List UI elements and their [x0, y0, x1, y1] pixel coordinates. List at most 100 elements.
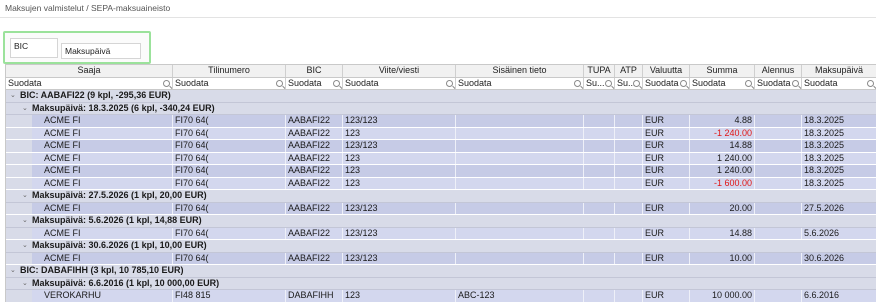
filter-input[interactable]: Suodata: [343, 77, 456, 89]
search-icon[interactable]: [633, 79, 640, 87]
group-row-maksupaiva[interactable]: ⌄ Maksupäivä: 27.5.2026 (1 kpl, 20,00 EUR…: [6, 190, 876, 203]
payments-grid[interactable]: Saaja Tilinumero BIC Viite/viesti Sisäinen t…: [5, 64, 876, 302]
column-header-saaja[interactable]: Saaja: [6, 65, 173, 77]
column-header-viite-viesti[interactable]: Viite/viesti: [343, 65, 456, 77]
group-label: BIC: AABAFI22 (9 kpl, -295,36 EUR): [20, 90, 171, 100]
cell-val: EUR: [643, 127, 690, 139]
table-row[interactable]: VEROKARHU FI48 815 DABAFIHH 123 ABC-123 EUR 10…: [6, 290, 876, 302]
collapse-icon[interactable]: ⌄: [10, 265, 16, 276]
cell-bic: DABAFIHH: [286, 290, 343, 302]
cell-tupa: [584, 115, 615, 127]
filter-input[interactable]: Su...: [615, 77, 643, 89]
table-row[interactable]: ACME FI FI70 64(AABAFI22 123/123 EUR 14.88 5.…: [6, 227, 876, 240]
search-icon[interactable]: [867, 79, 874, 87]
group-label: BIC: DABAFIHH (3 kpl, 10 785,10 EUR): [20, 265, 184, 275]
table-row[interactable]: ACME FI FI70 64(AABAFI22 123/123 EUR 10.00 30…: [6, 252, 876, 265]
column-header-row: Saaja Tilinumero BIC Viite/viesti Sisäinen t…: [6, 65, 876, 78]
filter-input[interactable]: Suodata: [173, 77, 286, 89]
cell-ale: [755, 115, 802, 127]
cell-pvm: 18.3.2025: [802, 128, 876, 140]
search-icon[interactable]: [605, 79, 612, 87]
group-row-bic[interactable]: ⌄ BIC: AABAFI22 (9 kpl, -295,36 EUR): [6, 90, 876, 103]
collapse-icon[interactable]: ⌄: [22, 103, 28, 114]
cell-tili: FI70 64(: [173, 202, 286, 214]
cell-ale: [755, 252, 802, 264]
filter-input[interactable]: Suodata: [456, 77, 584, 89]
filter-input[interactable]: Suodata: [643, 77, 690, 89]
search-icon[interactable]: [792, 79, 799, 87]
column-header-sisäinen-tieto[interactable]: Sisäinen tieto: [456, 65, 584, 77]
cell-atp: [615, 127, 643, 139]
column-header-summa[interactable]: Summa: [690, 65, 755, 77]
cell-tupa: [584, 140, 615, 152]
column-header-alennus[interactable]: Alennus: [755, 65, 802, 77]
filter-input[interactable]: Suodata: [755, 77, 802, 89]
cell-saaja: ACME FI: [42, 202, 173, 214]
column-header-bic[interactable]: BIC: [286, 65, 343, 77]
table-row[interactable]: ACME FI FI70 64(AABAFI22 123 EUR 1 240.00 18.…: [6, 165, 876, 178]
cell-sis: [456, 152, 584, 164]
filter-input[interactable]: Suodata: [6, 77, 173, 89]
cell-summa: -1 240.00: [690, 127, 755, 139]
filter-placeholder: Suodata: [692, 77, 726, 88]
search-icon[interactable]: [446, 79, 453, 87]
group-row-maksupaiva[interactable]: ⌄ Maksupäivä: 5.6.2026 (1 kpl, 14,88 EUR): [6, 215, 876, 228]
cell-atp: [615, 290, 643, 302]
table-row[interactable]: ACME FI FI70 64(AABAFI22 123/123 EUR 20.00 27…: [6, 202, 876, 215]
table-row[interactable]: ACME FI FI70 64(AABAFI22 123/123 EUR 4.88 18.…: [6, 115, 876, 128]
filter-input[interactable]: Su...: [584, 77, 615, 89]
table-row[interactable]: ACME FI FI70 64(AABAFI22 123 EUR 1 240.00 18.…: [6, 152, 876, 165]
cell-ale: [755, 227, 802, 239]
column-header-atp[interactable]: ATP: [615, 65, 643, 77]
cell-tupa: [584, 252, 615, 264]
cell-bic: AABAFI22: [286, 152, 343, 164]
table-row[interactable]: ACME FI FI70 64(AABAFI22 123 EUR -1 240.00 18…: [6, 127, 876, 140]
collapse-icon[interactable]: ⌄: [22, 278, 28, 289]
group-row-maksupaiva[interactable]: ⌄ Maksupäivä: 30.6.2026 (1 kpl, 10,00 EUR…: [6, 240, 876, 253]
search-icon[interactable]: [333, 79, 340, 87]
column-header-tilinumero[interactable]: Tilinumero: [173, 65, 286, 77]
cell-tupa: [584, 290, 615, 302]
group-row-maksupaiva[interactable]: ⌄ Maksupäivä: 6.6.2016 (1 kpl, 10 000,00 …: [6, 277, 876, 290]
cell-sis: [456, 165, 584, 177]
group-row-maksupaiva[interactable]: ⌄ Maksupäivä: 18.3.2025 (6 kpl, -340,24 E…: [6, 102, 876, 115]
cell-val: EUR: [643, 227, 690, 239]
table-row[interactable]: ACME FI FI70 64(AABAFI22 123 EUR -1 600.00 18…: [6, 177, 876, 190]
filter-input[interactable]: Suodata: [802, 78, 876, 90]
cell-tili: FI70 64(: [173, 152, 286, 164]
subgroup-label: Maksupäivä: 5.6.2026 (1 kpl, 14,88 EUR): [32, 215, 202, 225]
group-chip-maksupaiva[interactable]: Maksupäivä: [61, 43, 141, 59]
search-icon[interactable]: [276, 79, 283, 87]
cell-tupa: [584, 227, 615, 239]
cell-pvm: 18.3.2025: [802, 140, 876, 152]
column-header-tupa[interactable]: TUPA: [584, 65, 615, 77]
cell-pvm: 18.3.2025: [802, 115, 876, 127]
cell-val: EUR: [643, 252, 690, 264]
cell-pvm: 18.3.2025: [802, 165, 876, 177]
column-header-maksupäivä[interactable]: Maksupäivä: [802, 65, 876, 77]
filter-input[interactable]: Suodata: [286, 77, 343, 89]
search-icon[interactable]: [680, 79, 687, 87]
cell-val: EUR: [643, 140, 690, 152]
cell-ale: [755, 127, 802, 139]
row-indent: [6, 290, 32, 302]
group-by-panel[interactable]: BIC Maksupäivä: [3, 31, 151, 64]
search-icon[interactable]: [745, 79, 752, 87]
collapse-icon[interactable]: ⌄: [22, 190, 28, 201]
search-icon[interactable]: [574, 79, 581, 87]
search-icon[interactable]: [163, 79, 170, 87]
cell-saaja: ACME FI: [42, 152, 173, 164]
group-chip-bic[interactable]: BIC: [10, 38, 58, 58]
group-row-bic[interactable]: ⌄ BIC: DABAFIHH (3 kpl, 10 785,10 EUR): [6, 265, 876, 278]
cell-summa: 14.88: [690, 140, 755, 152]
collapse-icon[interactable]: ⌄: [22, 240, 28, 251]
cell-sis: [456, 115, 584, 127]
filter-input[interactable]: Suodata: [690, 77, 755, 89]
filter-placeholder: Suodata: [804, 77, 838, 88]
collapse-icon[interactable]: ⌄: [10, 90, 16, 101]
subgroup-label: Maksupäivä: 18.3.2025 (6 kpl, -340,24 EU…: [32, 102, 215, 113]
column-header-valuutta[interactable]: Valuutta: [643, 65, 690, 77]
collapse-icon[interactable]: ⌄: [22, 215, 28, 226]
cell-saaja: ACME FI: [42, 227, 173, 239]
table-row[interactable]: ACME FI FI70 64(AABAFI22 123/123 EUR 14.88 18…: [6, 140, 876, 153]
